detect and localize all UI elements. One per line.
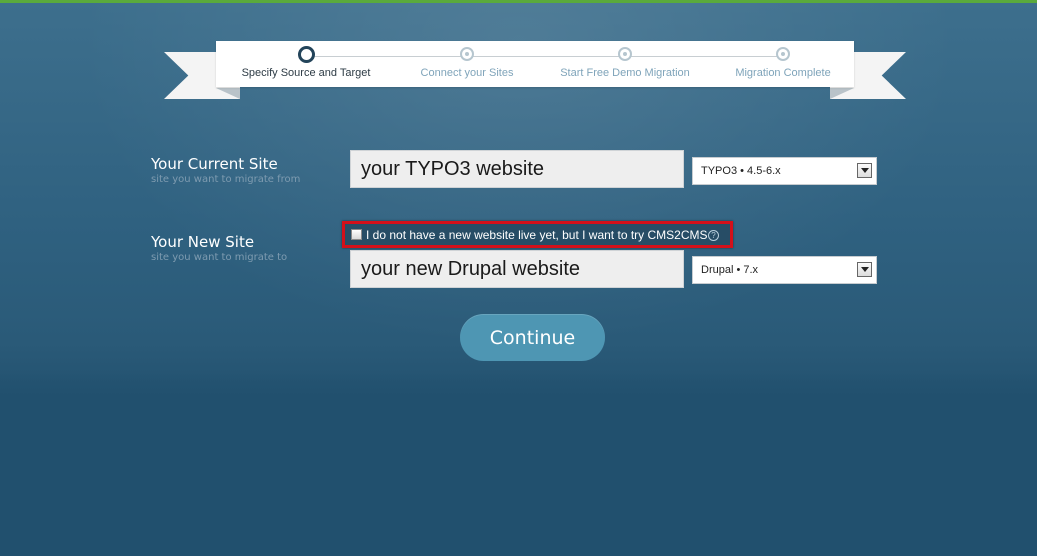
help-icon[interactable]: ? [708,230,719,241]
continue-button[interactable]: Continue [460,314,605,361]
new-site-sublabel: site you want to migrate to [151,252,288,263]
step-demo-migration: Start Free Demo Migration [545,47,705,79]
step-label: Specify Source and Target [241,67,371,79]
current-site-label: Your Current Site [151,155,278,173]
current-site-sublabel: site you want to migrate from [151,174,301,185]
step-label: Start Free Demo Migration [560,67,690,79]
step-migration-complete: Migration Complete [703,47,863,79]
step-indicator-active-icon [297,46,315,63]
current-site-url-input[interactable]: your TYPO3 website [350,150,684,188]
step-indicator-icon [460,47,474,61]
step-specify-source: Specify Source and Target [226,46,386,79]
chevron-down-icon[interactable] [857,163,872,178]
step-indicator-icon [618,47,632,61]
new-cms-select-value: Drupal • 7.x [701,264,759,276]
step-label: Migration Complete [735,67,831,79]
progress-steps: Specify Source and Target Connect your S… [216,41,854,87]
new-site-label: Your New Site [151,233,255,251]
no-new-site-checkbox-label[interactable]: I do not have a new website live yet, bu… [366,228,708,242]
current-cms-select[interactable]: TYPO3 • 4.5-6.x [692,157,877,185]
new-cms-select[interactable]: Drupal • 7.x [692,256,877,284]
step-indicator-icon [776,47,790,61]
new-site-url-input[interactable]: your new Drupal website [350,250,684,288]
step-connect-sites: Connect your Sites [387,47,547,79]
step-label: Connect your Sites [420,67,514,79]
no-new-site-checkbox[interactable] [351,229,362,240]
chevron-down-icon[interactable] [857,262,872,277]
current-cms-select-value: TYPO3 • 4.5-6.x [701,165,781,177]
no-new-site-option[interactable]: I do not have a new website live yet, bu… [342,221,733,248]
